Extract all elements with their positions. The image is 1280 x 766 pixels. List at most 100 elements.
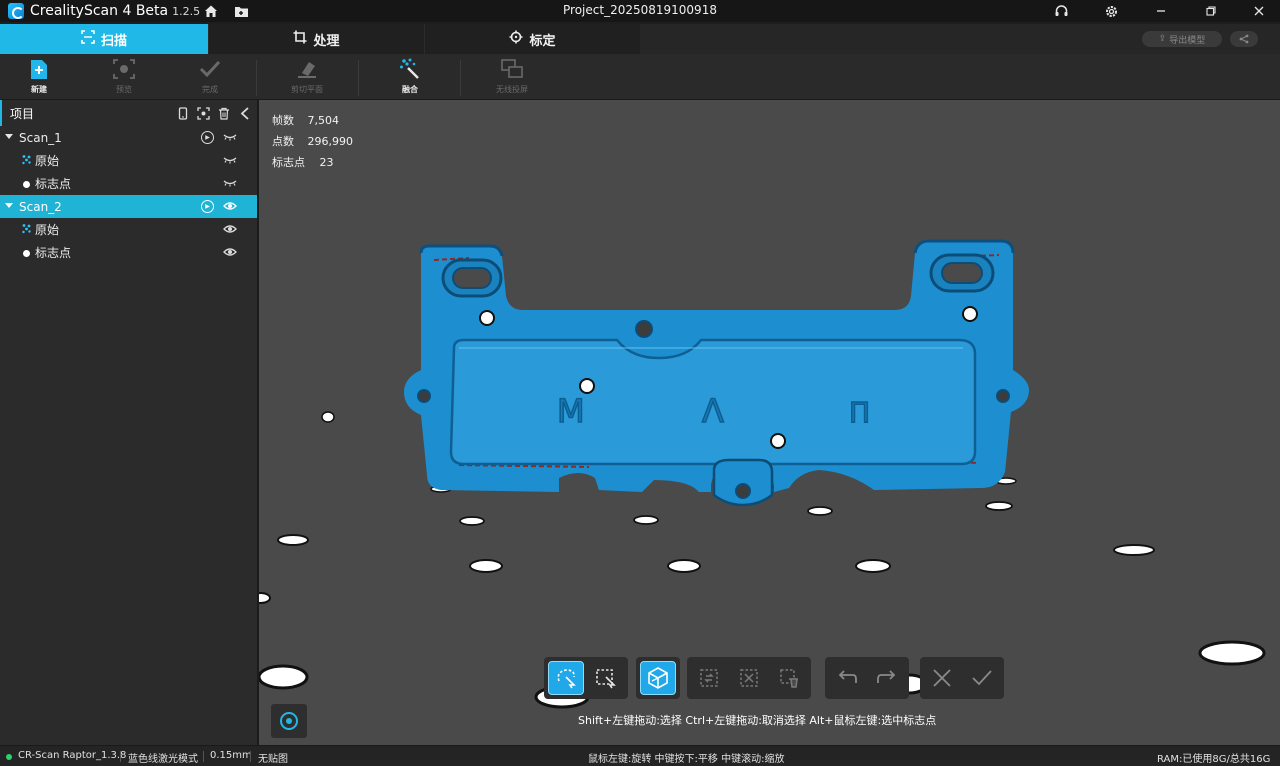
finish-button[interactable]: 完成: [180, 58, 240, 98]
clear-selection-button[interactable]: [731, 661, 767, 695]
cancel-x-icon: [933, 669, 951, 687]
confirm-button[interactable]: [964, 661, 1000, 695]
export-icon: ⇪: [1158, 34, 1167, 44]
play-icon[interactable]: ▶: [201, 131, 214, 144]
close-icon[interactable]: [1251, 3, 1267, 19]
cube-view-button[interactable]: [640, 661, 676, 695]
tree-item-scan-1[interactable]: Scan_1 ▶: [0, 126, 257, 149]
tree-item-label: 原始: [35, 223, 60, 237]
delete-selection-button[interactable]: [771, 661, 807, 695]
tree-item-raw[interactable]: 原始: [0, 218, 257, 241]
tree-item-raw[interactable]: 原始: [0, 149, 257, 172]
screen-cast-icon: [501, 58, 523, 80]
tree-item-label: Scan_2: [19, 199, 62, 214]
scan-icon: [81, 30, 95, 48]
preview-button[interactable]: 预览: [94, 58, 154, 98]
locate-button[interactable]: [271, 704, 307, 738]
title-bar: CrealityScan 4 Beta 1.2.5 Project_202508…: [0, 0, 1280, 22]
frames-value: 7,504: [307, 114, 340, 127]
eye-closed-icon[interactable]: [223, 177, 237, 189]
scanned-mesh: M Λ Π: [404, 239, 1029, 507]
scan-scene[interactable]: M Λ Π: [259, 100, 1280, 745]
finish-label: 完成: [202, 85, 218, 94]
cut-plane-button[interactable]: 剪切平面: [277, 58, 337, 98]
frames-stat: 帧数 7,504: [272, 110, 353, 131]
rect-select-button[interactable]: [588, 661, 624, 695]
tree-item-markers[interactable]: 标志点: [0, 241, 257, 264]
marker-dot-icon: [22, 248, 31, 261]
tree-item-label: 原始: [35, 154, 60, 168]
wireless-cast-button[interactable]: 无线投屏: [482, 58, 542, 98]
toolbar: 新建 预览 完成 剪切平面 融合 无线投屏: [0, 54, 1280, 100]
tab-calibrate[interactable]: 标定: [425, 24, 641, 54]
mouse-help: 鼠标左键:旋转 中键按下:平移 中键滚动:缩放: [588, 754, 785, 765]
eye-open-icon[interactable]: [223, 200, 237, 212]
select-tools-group: [544, 657, 628, 699]
scan-mode: 蓝色线激光模式: [128, 754, 198, 765]
resolution: 0.15mm: [210, 750, 252, 761]
cube-view-icon: [648, 667, 668, 689]
raw-points-icon: [21, 154, 32, 168]
edit-tools-group: [687, 657, 811, 699]
gear-icon[interactable]: [1103, 3, 1119, 19]
fit-view-icon[interactable]: [196, 106, 210, 120]
status-divider: [120, 751, 121, 762]
new-button[interactable]: 新建: [9, 58, 69, 98]
frames-label: 帧数: [272, 114, 294, 127]
locate-icon: [280, 712, 298, 730]
headset-icon[interactable]: [1053, 3, 1069, 19]
tree-item-scan-2[interactable]: Scan_2 ▶: [0, 195, 257, 218]
fuse-button[interactable]: 融合: [380, 58, 440, 98]
wireless-cast-label: 无线投屏: [496, 85, 528, 94]
points-label: 点数: [272, 135, 294, 148]
share-icon: [1239, 34, 1249, 44]
folder-icon[interactable]: [233, 3, 249, 19]
app-logo-icon: [8, 3, 24, 19]
eye-open-icon[interactable]: [223, 246, 237, 258]
cancel-button[interactable]: [924, 661, 960, 695]
redo-button[interactable]: [869, 661, 905, 695]
emboss-letter-m: M: [557, 392, 585, 430]
cut-plane-label: 剪切平面: [291, 85, 323, 94]
export-model-label: 导出模型: [1169, 35, 1206, 46]
trash-icon[interactable]: [217, 106, 231, 120]
lasso-select-button[interactable]: [548, 661, 584, 695]
new-label: 新建: [31, 85, 47, 94]
tab-process[interactable]: 处理: [209, 24, 425, 54]
emboss-letter-n: Π: [849, 396, 870, 429]
export-model-button[interactable]: ⇪ 导出模型: [1142, 31, 1222, 47]
toolbar-divider: [460, 60, 461, 96]
tab-label: 处理: [313, 33, 340, 49]
status-divider: [250, 751, 251, 762]
3d-viewport[interactable]: M Λ Π 帧数 7,504 点数 296,990 标志点 23 Shift+左…: [259, 100, 1280, 745]
preview-label: 预览: [116, 85, 132, 94]
phone-icon[interactable]: [176, 106, 190, 120]
tree-item-label: Scan_1: [19, 130, 62, 145]
tab-scan[interactable]: 扫描: [0, 24, 209, 54]
points-stat: 点数 296,990: [272, 131, 353, 152]
eraser-icon: [296, 58, 318, 80]
tree-item-markers[interactable]: 标志点: [0, 172, 257, 195]
expand-caret-icon[interactable]: [5, 134, 13, 139]
play-icon[interactable]: ▶: [201, 200, 214, 213]
preview-icon: [113, 58, 135, 80]
new-file-icon: [28, 58, 50, 80]
invert-selection-button[interactable]: [691, 661, 727, 695]
eye-open-icon[interactable]: [223, 223, 237, 235]
undo-button[interactable]: [829, 661, 865, 695]
home-icon[interactable]: [203, 3, 219, 19]
minimize-icon[interactable]: [1153, 3, 1169, 19]
scan-stats: 帧数 7,504 点数 296,990 标志点 23: [272, 110, 353, 173]
share-button[interactable]: [1230, 31, 1258, 47]
eye-closed-icon[interactable]: [223, 154, 237, 166]
mode-tabs: 扫描 处理 标定: [0, 24, 641, 54]
clear-selection-icon: [740, 669, 758, 687]
delete-selection-icon: [780, 669, 798, 688]
restore-icon[interactable]: [1203, 3, 1219, 19]
eye-closed-icon[interactable]: [223, 131, 237, 143]
collapse-chevron-icon[interactable]: [238, 106, 252, 120]
markers-stat: 标志点 23: [272, 152, 353, 173]
expand-caret-icon[interactable]: [5, 203, 13, 208]
confirm-tools-group: [920, 657, 1004, 699]
emboss-letter-a: Λ: [702, 392, 724, 430]
